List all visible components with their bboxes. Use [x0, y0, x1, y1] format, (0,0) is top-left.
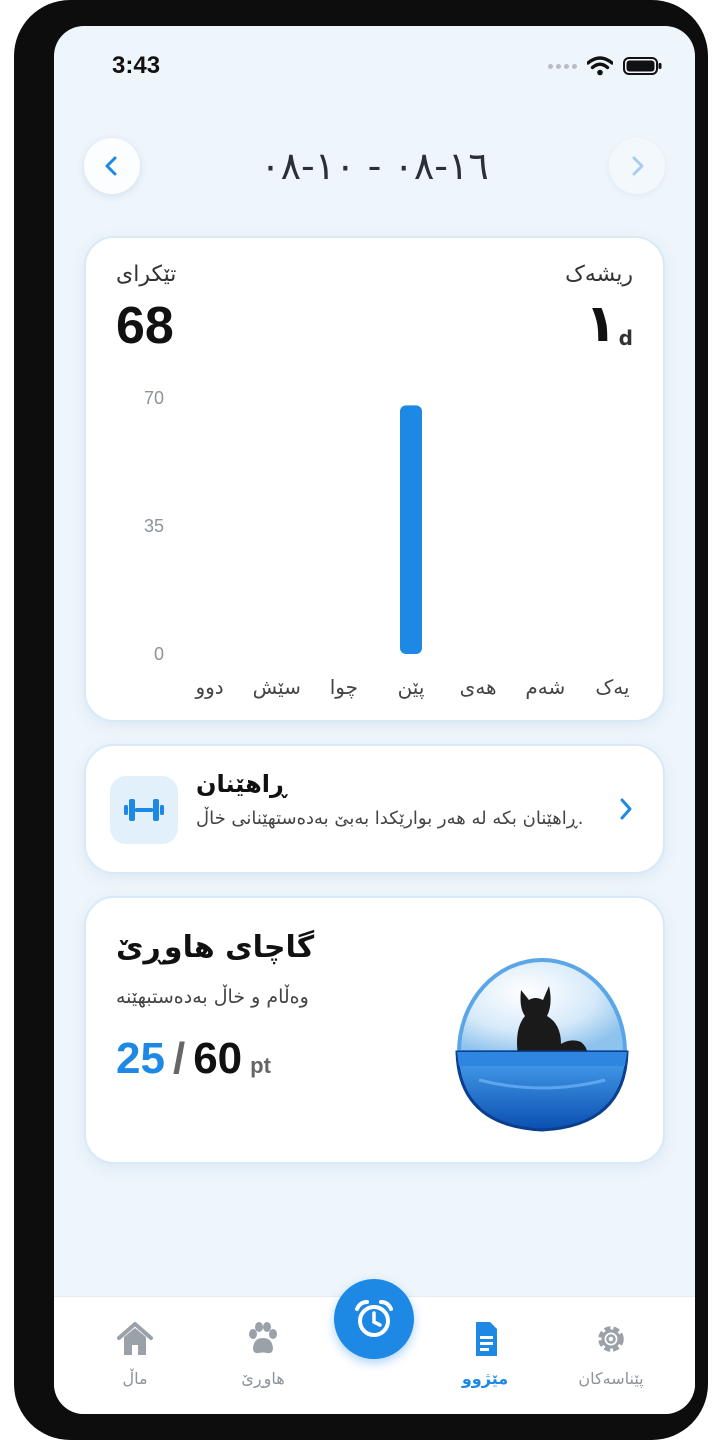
x-tick-label: یەک: [595, 675, 629, 699]
weekly-bar-chart: 70 35 0 دوو سێش چوا پێن هەی شەم یەک: [144, 388, 630, 700]
pet-card-title: گاچای هاوڕێ: [116, 930, 315, 965]
tab-settings[interactable]: پێناسەکان: [556, 1321, 666, 1388]
phone-frame: 3:43 ١٦-٠٨ - ١٠-٠٨ تێکرای 68 ریشەک ١ d 7…: [14, 0, 708, 1440]
battery-icon: [623, 57, 662, 75]
tab-home[interactable]: ماڵ: [80, 1321, 190, 1388]
gacha-capsule-cat-image: [455, 958, 629, 1132]
y-tick-label: 35: [144, 516, 164, 536]
alarm-clock-icon: [355, 1300, 393, 1337]
y-tick-label: 0: [154, 644, 164, 664]
chevron-right-icon: [620, 798, 632, 820]
x-tick-label: سێش: [253, 675, 301, 699]
tab-history[interactable]: مێژوو: [430, 1321, 540, 1388]
status-icons: [548, 56, 663, 76]
x-tick-label: هەی: [460, 675, 497, 699]
streak-label: ریشەک: [565, 262, 633, 287]
document-icon: [476, 1322, 497, 1356]
training-description: ڕاهێنان بکە لە هەر بوارێکدا بەبێ بەدەسته…: [196, 808, 584, 829]
tab-home-label: ماڵ: [122, 1369, 148, 1388]
tab-history-label: مێژوو: [461, 1369, 509, 1388]
x-tick-label: دوو: [194, 675, 223, 699]
average-value: 68: [116, 297, 174, 355]
x-tick-label: چوا: [330, 675, 358, 699]
previous-week-button[interactable]: [84, 138, 140, 194]
streak-number: ١: [584, 294, 617, 354]
points-unit: pt: [250, 1053, 271, 1078]
y-tick-label: 70: [144, 388, 164, 408]
chevron-right-icon: [632, 156, 644, 176]
home-icon: [117, 1322, 153, 1355]
date-range-title: ١٦-٠٨ - ١٠-٠٨: [260, 144, 489, 188]
dumbbell-icon: [124, 799, 164, 821]
average-label: تێکرای: [116, 262, 177, 287]
next-week-button[interactable]: [609, 138, 665, 194]
streak-unit: d: [618, 326, 633, 350]
alarm-button[interactable]: [334, 1279, 414, 1359]
tab-pet[interactable]: هاوڕێ: [208, 1321, 318, 1388]
screen: 3:43 ١٦-٠٨ - ١٠-٠٨ تێکرای 68 ریشەک ١ d 7…: [54, 26, 695, 1414]
training-icon-box: [110, 776, 178, 844]
signal-icon: [548, 63, 577, 69]
paw-icon: [249, 1322, 277, 1354]
chart-bar: [400, 405, 422, 654]
pet-card-subtitle: وەڵام و خاڵ بەدەستبهێنە: [116, 986, 309, 1008]
tab-settings-label: پێناسەکان: [578, 1369, 644, 1388]
weekly-stats-card: تێکرای 68 ریشەک ١ d 70 35 0 دوو سێش چوا پێن هەی…: [84, 236, 665, 722]
wifi-icon: [587, 56, 613, 76]
tab-pet-label: هاوڕێ: [241, 1369, 285, 1388]
x-tick-label: شەم: [525, 675, 565, 699]
training-title: ڕاهێنان: [196, 770, 287, 798]
chevron-left-icon: [105, 156, 117, 176]
training-card[interactable]: ڕاهێنان ڕاهێنان بکە لە هەر بوارێکدا بەبێ…: [84, 744, 665, 874]
gear-icon: [598, 1326, 624, 1352]
points-max: 60: [193, 1034, 243, 1083]
points-separator: /: [172, 1034, 186, 1083]
points-current: 25: [116, 1034, 165, 1083]
status-time: 3:43: [112, 52, 161, 79]
gacha-pet-card[interactable]: گاچای هاوڕێ وەڵام و خاڵ بەدەستبهێنە 25 /…: [84, 896, 665, 1164]
streak-value: ١ d: [585, 294, 633, 354]
bottom-tab-bar: ماڵ هاوڕێ مێژوو پێناسەکان: [54, 1279, 695, 1414]
points-progress: 25 / 60 pt: [116, 1034, 271, 1084]
x-tick-label: پێن: [398, 675, 425, 700]
